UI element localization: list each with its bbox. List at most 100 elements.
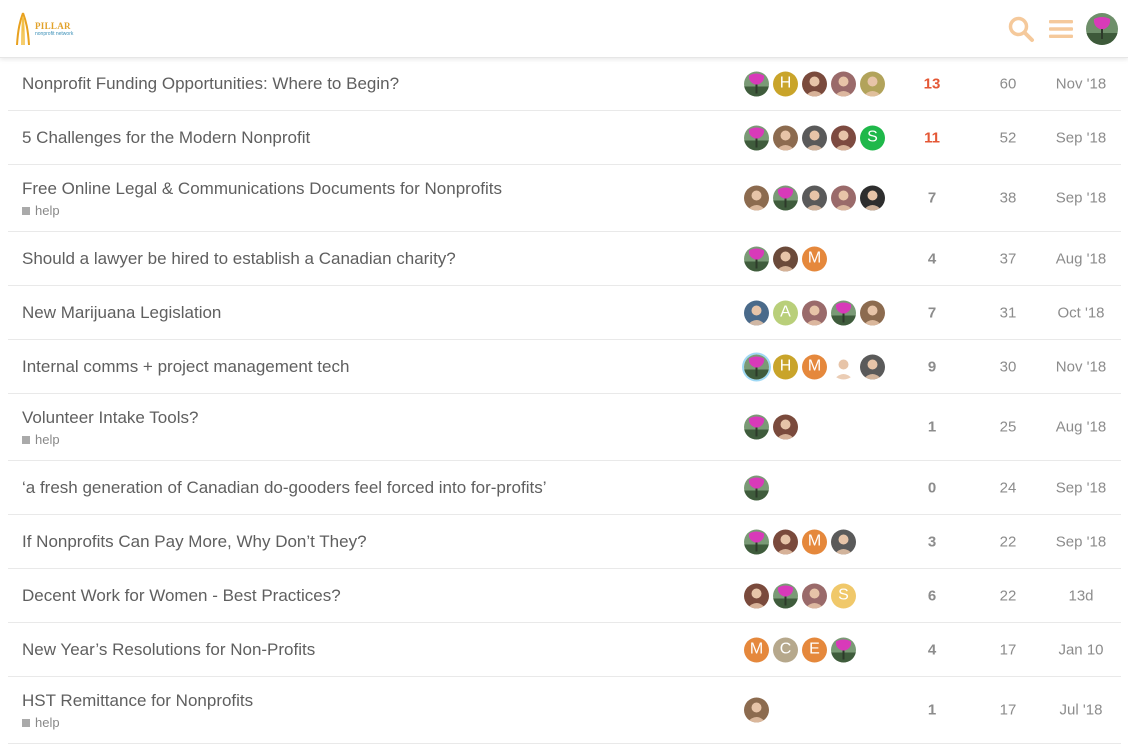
poster-avatar[interactable]: C	[773, 637, 798, 662]
poster-avatar[interactable]: S	[860, 125, 885, 150]
poster-avatar[interactable]: E	[802, 637, 827, 662]
poster-avatar[interactable]: H	[773, 354, 798, 379]
topic-replies[interactable]: 6	[912, 587, 952, 604]
topic-title[interactable]: Decent Work for Women - Best Practices?	[22, 586, 341, 606]
topic-row[interactable]: New Marijuana Legislation A 7 31 Oct '18	[8, 286, 1121, 340]
topic-activity[interactable]: Aug '18	[1044, 250, 1118, 267]
poster-avatar[interactable]	[831, 71, 856, 96]
poster-avatar[interactable]: M	[802, 529, 827, 554]
poster-avatar[interactable]	[744, 246, 769, 271]
poster-avatar[interactable]	[744, 475, 769, 500]
poster-avatar[interactable]	[773, 246, 798, 271]
topic-title[interactable]: Should a lawyer be hired to establish a …	[22, 249, 456, 269]
poster-avatar[interactable]	[831, 185, 856, 211]
topic-activity[interactable]: Jan 10	[1044, 641, 1118, 658]
poster-avatar[interactable]: H	[773, 71, 798, 96]
topic-row[interactable]: Free Online Legal & Communications Docum…	[8, 165, 1121, 232]
poster-avatar[interactable]	[744, 529, 769, 554]
site-logo[interactable]: PILLAR nonprofit network	[14, 10, 73, 48]
poster-avatar[interactable]	[831, 300, 856, 325]
topic-replies[interactable]: 11	[912, 129, 952, 146]
poster-avatar[interactable]	[831, 125, 856, 150]
poster-avatar[interactable]	[802, 125, 827, 150]
topic-activity[interactable]: Aug '18	[1044, 419, 1118, 436]
topic-replies[interactable]: 7	[912, 304, 952, 321]
poster-avatar[interactable]	[773, 529, 798, 554]
topic-row[interactable]: If Nonprofits Can Pay More, Why Don’t Th…	[8, 515, 1121, 569]
poster-avatar[interactable]	[744, 185, 769, 211]
hamburger-menu-button[interactable]	[1044, 12, 1078, 46]
topic-activity[interactable]: Sep '18	[1044, 129, 1118, 146]
poster-avatar[interactable]	[744, 125, 769, 150]
poster-avatar[interactable]	[744, 300, 769, 325]
topic-replies[interactable]: 4	[912, 641, 952, 658]
poster-avatar[interactable]	[744, 71, 769, 96]
poster-avatar[interactable]: M	[802, 246, 827, 271]
poster-avatar[interactable]	[744, 697, 769, 723]
topic-replies[interactable]: 1	[912, 702, 952, 719]
topic-row[interactable]: HST Remittance for Nonprofits help 1 17 Jul …	[8, 677, 1121, 744]
poster-avatar[interactable]: S	[831, 583, 856, 608]
topic-title[interactable]: New Marijuana Legislation	[22, 303, 221, 323]
poster-avatar[interactable]	[744, 414, 769, 440]
poster-avatar[interactable]: A	[773, 300, 798, 325]
topic-category[interactable]: help	[22, 432, 60, 447]
poster-avatar[interactable]	[802, 71, 827, 96]
poster-avatar[interactable]	[744, 583, 769, 608]
topic-row[interactable]: Should a lawyer be hired to establish a …	[8, 232, 1121, 286]
topic-activity[interactable]: Nov '18	[1044, 75, 1118, 92]
topic-replies[interactable]: 3	[912, 533, 952, 550]
topic-activity[interactable]: 13d	[1044, 587, 1118, 604]
topic-title[interactable]: Internal comms + project management tech	[22, 357, 349, 377]
topic-replies[interactable]: 4	[912, 250, 952, 267]
user-avatar[interactable]	[1086, 13, 1118, 45]
poster-avatar[interactable]: M	[744, 637, 769, 662]
topic-row[interactable]: Internal comms + project management tech…	[8, 340, 1121, 394]
poster-avatar[interactable]	[773, 125, 798, 150]
poster-avatar[interactable]	[773, 185, 798, 211]
topic-replies[interactable]: 9	[912, 358, 952, 375]
topic-title[interactable]: ‘a fresh generation of Canadian do-goode…	[22, 478, 546, 498]
topic-replies[interactable]: 13	[912, 75, 952, 92]
poster-avatar[interactable]	[831, 529, 856, 554]
topic-title[interactable]: Nonprofit Funding Opportunities: Where t…	[22, 74, 399, 94]
poster-avatar[interactable]: M	[802, 354, 827, 379]
topic-activity[interactable]: Sep '18	[1044, 190, 1118, 207]
poster-avatar[interactable]	[831, 354, 856, 379]
topic-activity[interactable]: Sep '18	[1044, 533, 1118, 550]
poster-avatar[interactable]	[773, 414, 798, 440]
topic-row[interactable]: Decent Work for Women - Best Practices? S…	[8, 569, 1121, 623]
topic-row[interactable]: Nonprofit Funding Opportunities: Where t…	[8, 57, 1121, 111]
topic-title[interactable]: Volunteer Intake Tools?	[22, 408, 198, 428]
poster-avatar[interactable]	[831, 637, 856, 662]
topic-activity[interactable]: Jul '18	[1044, 702, 1118, 719]
poster-avatar[interactable]	[744, 354, 769, 379]
poster-avatar[interactable]	[860, 300, 885, 325]
poster-avatar[interactable]	[802, 583, 827, 608]
topic-replies[interactable]: 1	[912, 419, 952, 436]
poster-avatar[interactable]	[802, 300, 827, 325]
topic-title[interactable]: New Year’s Resolutions for Non-Profits	[22, 640, 315, 660]
topic-category[interactable]: help	[22, 203, 60, 218]
topic-row[interactable]: 5 Challenges for the Modern Nonprofit S 11…	[8, 111, 1121, 165]
poster-avatar[interactable]	[860, 354, 885, 379]
poster-avatar[interactable]	[802, 185, 827, 211]
topic-replies[interactable]: 7	[912, 190, 952, 207]
topic-row[interactable]: New Year’s Resolutions for Non-Profits M C…	[8, 623, 1121, 677]
topic-activity[interactable]: Oct '18	[1044, 304, 1118, 321]
topic-activity[interactable]: Sep '18	[1044, 479, 1118, 496]
poster-avatar[interactable]	[860, 185, 885, 211]
topic-activity[interactable]: Nov '18	[1044, 358, 1118, 375]
topic-title[interactable]: Free Online Legal & Communications Docum…	[22, 179, 502, 199]
poster-avatar[interactable]	[860, 71, 885, 96]
topic-replies[interactable]: 0	[912, 479, 952, 496]
poster-avatar[interactable]	[773, 583, 798, 608]
avatar-letter: S	[838, 586, 849, 604]
topic-row[interactable]: Volunteer Intake Tools? help 1 25 Aug '18	[8, 394, 1121, 461]
topic-title[interactable]: HST Remittance for Nonprofits	[22, 691, 253, 711]
topic-title[interactable]: 5 Challenges for the Modern Nonprofit	[22, 128, 310, 148]
topic-row[interactable]: ‘a fresh generation of Canadian do-goode…	[8, 461, 1121, 515]
topic-category[interactable]: help	[22, 715, 60, 730]
search-button[interactable]	[1004, 12, 1038, 46]
topic-title[interactable]: If Nonprofits Can Pay More, Why Don’t Th…	[22, 532, 367, 552]
